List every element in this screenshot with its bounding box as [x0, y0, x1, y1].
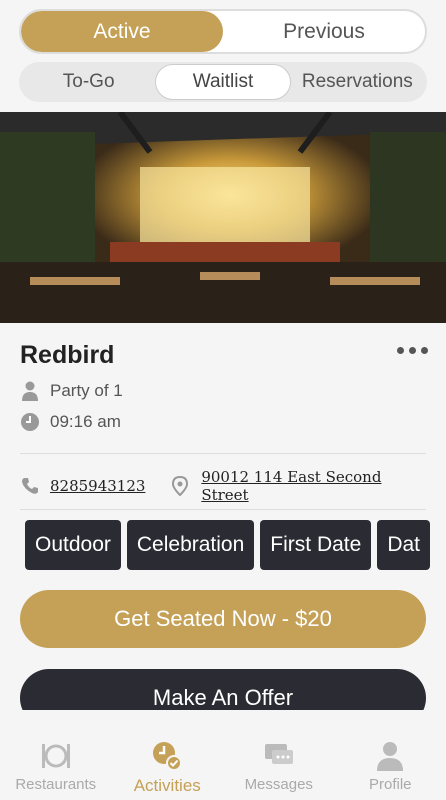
tab-active[interactable]: Active	[21, 11, 223, 52]
chat-icon	[263, 740, 295, 772]
restaurant-name: Redbird	[20, 341, 115, 369]
tag-outdoor[interactable]: Outdoor	[25, 520, 121, 570]
status-segmented-control: Active Previous	[19, 9, 427, 54]
phone-icon	[20, 476, 40, 496]
person-icon	[20, 381, 40, 401]
user-icon	[374, 740, 406, 772]
tag-celebration[interactable]: Celebration	[126, 520, 255, 570]
time-text: 09:16 am	[50, 412, 121, 431]
nav-activities-label: Activities	[133, 776, 201, 795]
nav-activities[interactable]: Activities	[112, 710, 224, 800]
tab-previous[interactable]: Previous	[223, 11, 425, 52]
more-options-icon[interactable]	[397, 347, 428, 354]
tab-togo[interactable]: To-Go	[22, 64, 155, 100]
nav-messages[interactable]: Messages	[223, 710, 335, 800]
divider	[20, 453, 426, 454]
divider	[20, 509, 426, 510]
activity-clock-icon	[151, 740, 183, 772]
address-link[interactable]: 90012 114 East Second Street	[201, 468, 432, 504]
restaurant-photo	[0, 112, 446, 323]
nav-profile-label: Profile	[368, 776, 412, 793]
nav-messages-label: Messages	[244, 776, 313, 793]
get-seated-button[interactable]: Get Seated Now - $20	[20, 590, 426, 648]
nav-restaurants-label: Restaurants	[15, 776, 97, 793]
tab-waitlist[interactable]: Waitlist	[155, 64, 291, 100]
time-row: 09:16 am	[20, 412, 121, 432]
tag-date[interactable]: Dat	[377, 520, 430, 570]
bottom-nav: Restaurants Activities Messages Profile	[0, 710, 446, 800]
tag-first-date[interactable]: First Date	[260, 520, 372, 570]
phone-link[interactable]: 8285943123	[50, 477, 145, 495]
nav-restaurants[interactable]: Restaurants	[0, 710, 112, 800]
type-segmented-control: To-Go Waitlist Reservations	[19, 62, 427, 102]
tag-list: Outdoor Celebration First Date Dat	[25, 520, 430, 570]
clock-icon	[20, 412, 40, 432]
contact-row: 8285943123 90012 114 East Second Street	[20, 468, 432, 504]
nav-profile[interactable]: Profile	[335, 710, 446, 800]
tab-reservations[interactable]: Reservations	[291, 64, 424, 100]
party-row: Party of 1	[20, 381, 123, 401]
screen: Active Previous To-Go Waitlist Reservati…	[0, 0, 446, 800]
plate-cutlery-icon	[40, 740, 72, 772]
party-size-text: Party of 1	[50, 381, 123, 400]
map-pin-icon	[171, 476, 191, 496]
